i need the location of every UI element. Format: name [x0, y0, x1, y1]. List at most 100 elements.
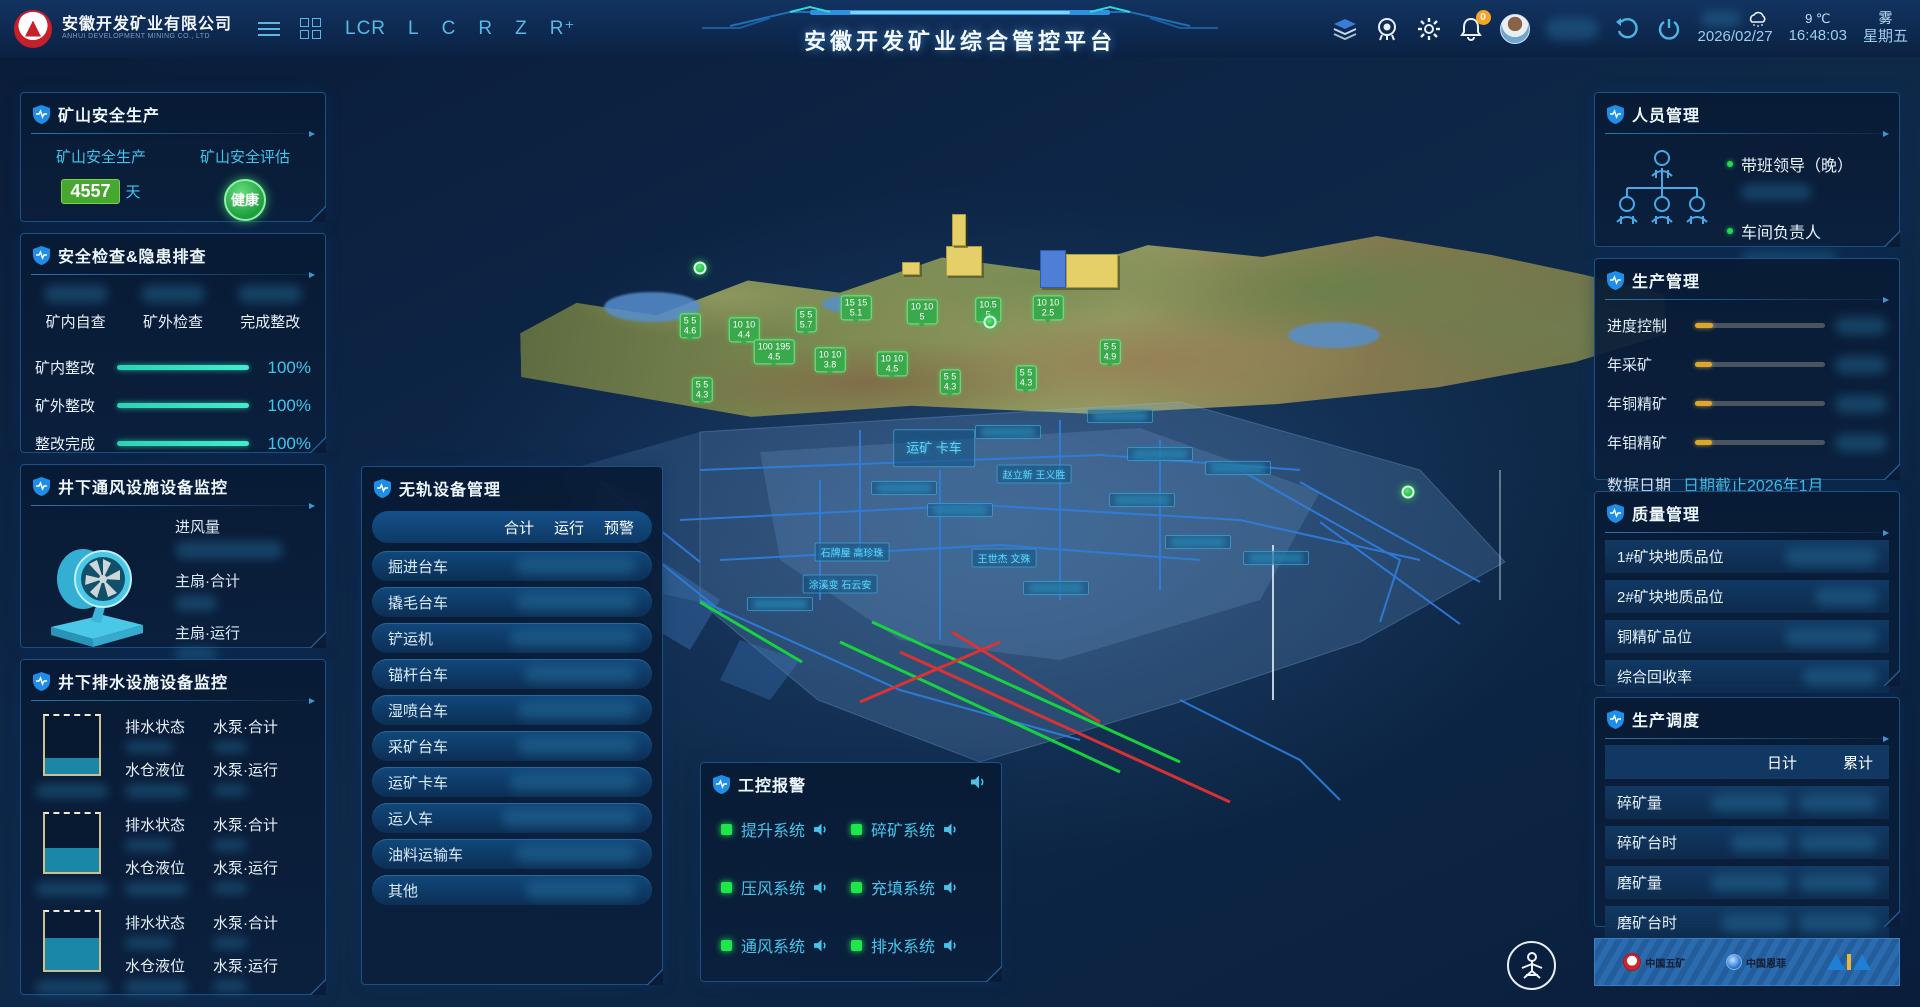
alarm-system-item[interactable]: 充填系统 [851, 875, 981, 899]
map-tag[interactable]: 涂溪变 石云安 [803, 575, 878, 594]
user-avatar[interactable] [1500, 14, 1530, 44]
speaker-icon[interactable] [814, 823, 829, 836]
speaker-icon[interactable] [944, 823, 959, 836]
safe-days-label: 矿山安全生产 [56, 146, 146, 167]
map-tag[interactable]: 运矿 卡车 [893, 429, 975, 467]
production-progress[interactable] [1695, 401, 1825, 406]
map-location-dot[interactable] [694, 262, 707, 275]
equipment-row[interactable]: 运矿卡车 [372, 767, 652, 797]
redacted-value [1785, 628, 1877, 646]
map-tag[interactable] [1023, 581, 1089, 595]
equipment-row[interactable]: 掘进台车 [372, 551, 652, 581]
equipment-row[interactable]: 油料运输车 [372, 839, 652, 869]
power-icon[interactable] [1656, 16, 1682, 42]
equipment-row[interactable]: 锚杆台车 [372, 659, 652, 689]
map-tag[interactable]: 王世杰 文殊 [972, 549, 1037, 568]
quality-label: 2#矿块地质品位 [1617, 586, 1724, 607]
equipment-row[interactable]: 运人车 [372, 803, 652, 833]
map-tag[interactable] [1243, 551, 1309, 565]
temp-time-block: 9 ℃ 16:48:03 [1789, 11, 1847, 46]
drain-label: 排水状态 [125, 716, 187, 737]
nav-button-r-plus[interactable]: R⁺ [550, 17, 576, 40]
map-badge[interactable]: 10 103.8 [815, 347, 846, 372]
alarm-system-item[interactable]: 压风系统 [721, 875, 851, 899]
equipment-row[interactable]: 采矿台车 [372, 731, 652, 761]
quality-row[interactable]: 铜精矿品位 [1605, 620, 1889, 653]
map-tag[interactable] [1205, 461, 1271, 475]
equipment-row[interactable]: 撬毛台车 [372, 587, 652, 617]
dispatch-row[interactable]: 碎矿量 [1605, 786, 1889, 819]
map-badge[interactable]: 5 54.3 [692, 377, 713, 402]
quality-row[interactable]: 综合回收率 [1605, 660, 1889, 693]
speaker-icon[interactable] [944, 939, 959, 952]
panel-title: 生产管理 [1632, 268, 1700, 292]
alarm-master-speaker-icon[interactable] [971, 775, 987, 794]
map-badge[interactable]: 10 104.5 [877, 351, 908, 376]
production-progress[interactable] [1695, 362, 1825, 367]
map-tag[interactable] [975, 425, 1041, 439]
redacted-value [516, 845, 636, 863]
menu-icon[interactable] [258, 22, 280, 36]
map-badge[interactable]: 5 54.3 [1016, 365, 1037, 390]
redacted-value [518, 737, 636, 755]
apps-grid-icon[interactable] [300, 18, 321, 39]
platform-title-block: 安徽开发矿业综合管控平台 [650, 0, 1270, 56]
undo-icon[interactable] [1614, 16, 1640, 42]
dispatch-label: 磨矿台时 [1617, 912, 1677, 933]
redacted-value [1835, 356, 1887, 374]
map-tag[interactable] [871, 481, 937, 495]
map-location-dot[interactable] [1402, 486, 1415, 499]
layers-icon[interactable] [1332, 16, 1358, 42]
personnel-locate-button[interactable] [1507, 941, 1556, 990]
alarm-system-item[interactable]: 碎矿系统 [851, 817, 981, 841]
quality-row[interactable]: 2#矿块地质品位 [1605, 580, 1889, 613]
map-tag[interactable] [747, 597, 813, 611]
quality-row[interactable]: 1#矿块地质品位 [1605, 540, 1889, 573]
nav-button-c[interactable]: C [442, 18, 457, 40]
equipment-row[interactable]: 湿喷台车 [372, 695, 652, 725]
map-badge[interactable]: 15 155.1 [841, 295, 872, 320]
map-badge[interactable]: 10 105 [907, 299, 938, 324]
map-tag[interactable] [1127, 447, 1193, 461]
map-badge[interactable]: 10 104.4 [729, 317, 760, 342]
notifications-bell-icon[interactable]: 0 [1458, 16, 1484, 42]
settings-gear-icon[interactable] [1416, 16, 1442, 42]
map-tag[interactable]: 石牌屋 高珍珠 [815, 543, 890, 562]
dispatch-row[interactable]: 磨矿台时 [1605, 906, 1889, 939]
redacted-value [125, 980, 187, 994]
alarm-system-item[interactable]: 排水系统 [851, 933, 981, 957]
map-badge[interactable]: 100 1954.5 [754, 339, 795, 364]
redacted-value [1799, 874, 1877, 892]
map-badge[interactable]: 5 55.7 [796, 307, 817, 332]
nav-button-r[interactable]: R [478, 18, 493, 40]
panel-title: 井下通风设施设备监控 [58, 474, 228, 498]
speaker-icon[interactable] [944, 881, 959, 894]
status-indicator [851, 824, 862, 835]
map-tag[interactable] [1087, 409, 1153, 423]
drain-label: 水泵·合计 [213, 912, 278, 933]
drain-label: 水泵·运行 [213, 857, 278, 878]
production-progress[interactable] [1695, 440, 1825, 445]
map-badge[interactable]: 5 54.9 [1100, 339, 1121, 364]
nav-button-l[interactable]: L [408, 18, 420, 40]
speaker-icon[interactable] [814, 881, 829, 894]
alarm-system-item[interactable]: 通风系统 [721, 933, 851, 957]
equipment-row[interactable]: 铲运机 [372, 623, 652, 653]
map-tag[interactable]: 赵立新 王义胜 [997, 465, 1072, 484]
map-badge[interactable]: 5 54.3 [940, 369, 961, 394]
map-badge[interactable]: 5 54.6 [680, 313, 701, 338]
map-tag[interactable] [1109, 493, 1175, 507]
alarm-system-item[interactable]: 提升系统 [721, 817, 851, 841]
production-progress[interactable] [1695, 323, 1825, 328]
speaker-icon[interactable] [814, 939, 829, 952]
nav-button-lcr[interactable]: LCR [345, 18, 386, 40]
camera-icon[interactable] [1374, 16, 1400, 42]
map-location-dot[interactable] [984, 316, 997, 329]
map-badge[interactable]: 10 102.5 [1033, 295, 1064, 320]
map-tag[interactable] [1165, 535, 1231, 549]
dispatch-row[interactable]: 碎矿台时 [1605, 826, 1889, 859]
map-tag[interactable] [927, 503, 993, 517]
nav-button-z[interactable]: Z [515, 18, 528, 40]
dispatch-row[interactable]: 磨矿量 [1605, 866, 1889, 899]
equipment-row[interactable]: 其他 [372, 875, 652, 905]
